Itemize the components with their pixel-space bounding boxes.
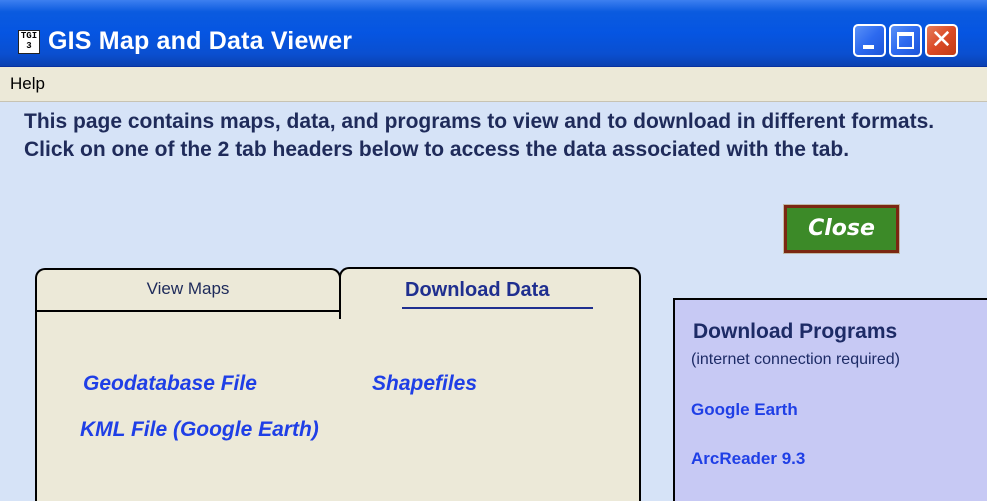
main-window: TGI 3 GIS Map and Data Viewer ✕ Help Thi… xyxy=(0,0,987,501)
intro-text: This page contains maps, data, and progr… xyxy=(24,110,935,161)
window-title: GIS Map and Data Viewer xyxy=(48,27,353,55)
tab-view-maps[interactable]: View Maps xyxy=(35,268,341,312)
arcreader-link[interactable]: ArcReader 9.3 xyxy=(691,449,805,469)
download-programs-title: Download Programs xyxy=(693,320,898,343)
download-programs-subtitle: (internet connection required) xyxy=(691,351,901,368)
tab-view-maps-label: View Maps xyxy=(146,279,230,298)
close-button[interactable]: Close xyxy=(783,204,900,254)
maximize-button[interactable] xyxy=(889,24,922,57)
download-data-panel: Geodatabase File Shapefiles KML File (Go… xyxy=(35,310,641,501)
geodatabase-file-link[interactable]: Geodatabase File xyxy=(83,372,257,396)
menu-bar: Help xyxy=(0,67,987,102)
menu-item-help[interactable]: Help xyxy=(10,74,45,94)
minimize-button[interactable] xyxy=(853,24,886,57)
tab-download-data[interactable]: Download Data xyxy=(339,267,641,319)
title-bar[interactable]: TGI 3 GIS Map and Data Viewer ✕ xyxy=(0,0,987,67)
google-earth-link[interactable]: Google Earth xyxy=(691,400,798,420)
close-icon: ✕ xyxy=(930,25,953,55)
kml-file-link[interactable]: KML File (Google Earth) xyxy=(80,418,319,442)
maximize-icon xyxy=(897,32,914,49)
shapefiles-link[interactable]: Shapefiles xyxy=(372,372,477,396)
app-icon: TGI 3 xyxy=(18,30,40,54)
close-window-button[interactable]: ✕ xyxy=(925,24,958,57)
tab-download-data-label: Download Data xyxy=(405,279,550,301)
tab-selected-underline xyxy=(402,307,593,309)
close-button-label: Close xyxy=(808,216,875,241)
minimize-icon xyxy=(863,45,874,49)
download-programs-panel: Download Programs (internet connection r… xyxy=(673,298,987,501)
